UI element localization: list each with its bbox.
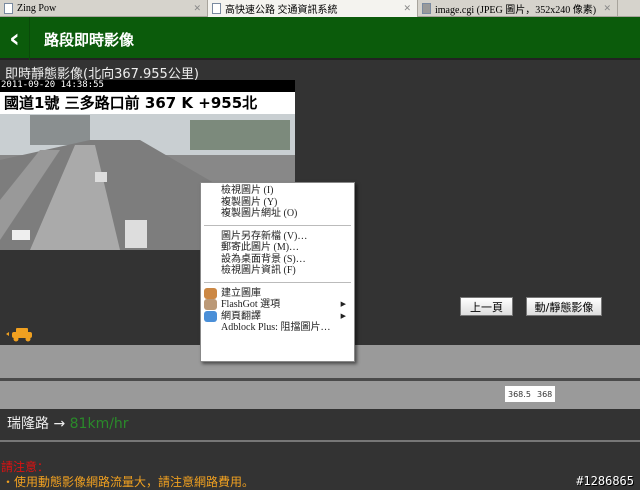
tab-label: image.cgi (JPEG 圖片，352x240 像素) <box>435 5 597 16</box>
image-icon <box>422 3 431 14</box>
browser-tab-bar: Zing Pow ✕ 高快速公路 交通資訊系統 ✕ image.cgi (JPEG … <box>0 0 640 17</box>
chevron-left-icon: ‹ <box>9 23 20 54</box>
close-tab-icon[interactable]: ✕ <box>193 3 201 14</box>
menu-view-image[interactable]: 檢視圖片 (I) <box>201 185 354 197</box>
menu-label: FlashGot 選項 <box>221 299 281 310</box>
gallery-icon <box>204 287 217 299</box>
speed-value: 81km/hr <box>69 416 129 432</box>
speed-info: 瑞隆路 → 81km/hr <box>7 413 129 433</box>
camera-caption: 國道1號 三多路口前 367 K +955北 <box>0 92 295 114</box>
page-icon <box>4 3 13 14</box>
km-marker: 368 <box>534 386 556 402</box>
menu-image-info[interactable]: 檢視圖片資訊 (F) <box>201 265 354 277</box>
menu-copy-image[interactable]: 複製圖片 (Y) <box>201 197 354 209</box>
menu-label: 建立圖庫 <box>221 287 261 299</box>
menu-separator <box>204 224 351 226</box>
back-button[interactable]: ‹ <box>0 17 30 60</box>
tab-label: 高快速公路 交通資訊系統 <box>225 5 338 16</box>
app-header: ‹ 路段即時影像 <box>0 17 640 60</box>
menu-translate[interactable]: 網頁翻譯 ▶ <box>201 310 354 323</box>
close-tab-icon[interactable]: ✕ <box>403 3 411 14</box>
page-title: 路段即時影像 <box>44 31 135 49</box>
menu-set-background[interactable]: 設為桌面背景 (S)… <box>201 254 354 266</box>
close-tab-icon[interactable]: ✕ <box>603 3 611 14</box>
menu-adblock[interactable]: Adblock Plus: 阻擋圖片… <box>201 322 354 334</box>
camera-timestamp: 2011-09-20 14:38:55 <box>0 80 295 92</box>
menu-create-gallery[interactable]: 建立圖庫 <box>201 287 354 300</box>
toggle-video-button[interactable]: 動/靜態影像 <box>526 297 602 316</box>
divider <box>0 440 640 442</box>
tab-image-cgi[interactable]: image.cgi (JPEG 圖片，352x240 像素) ✕ <box>418 0 618 17</box>
km-marker: 368.5 <box>505 386 534 402</box>
prev-page-button[interactable]: 上一頁 <box>460 297 513 316</box>
submenu-arrow-icon: ▶ <box>340 311 346 320</box>
car-icon <box>6 328 32 342</box>
menu-flashgot[interactable]: FlashGot 選項 ▶ <box>201 299 354 311</box>
menu-separator <box>204 281 351 283</box>
watermark: #1286865 <box>576 474 634 488</box>
road-name: 瑞隆路 <box>7 416 49 432</box>
menu-copy-image-url[interactable]: 複製圖片網址 (O) <box>201 208 354 220</box>
tab-traffic-system[interactable]: 高快速公路 交通資訊系統 ✕ <box>208 0 418 17</box>
menu-label: 網頁翻譯 <box>221 310 261 322</box>
context-menu: 檢視圖片 (I) 複製圖片 (Y) 複製圖片網址 (O) 圖片另存新檔 (V)…… <box>200 182 355 362</box>
flashgot-icon <box>204 299 217 310</box>
menu-email-image[interactable]: 郵寄此圖片 (M)… <box>201 242 354 254</box>
arrow-icon: → <box>53 416 66 432</box>
submenu-arrow-icon: ▶ <box>340 300 346 308</box>
page-icon <box>212 3 221 14</box>
tab-zing-pow[interactable]: Zing Pow ✕ <box>0 0 208 17</box>
translate-icon <box>204 310 217 322</box>
menu-save-image[interactable]: 圖片另存新檔 (V)… <box>201 231 354 243</box>
notice-text: ・使用動態影像網路流量大，請注意網路費用。 <box>2 475 255 489</box>
tab-label: Zing Pow <box>17 3 57 14</box>
